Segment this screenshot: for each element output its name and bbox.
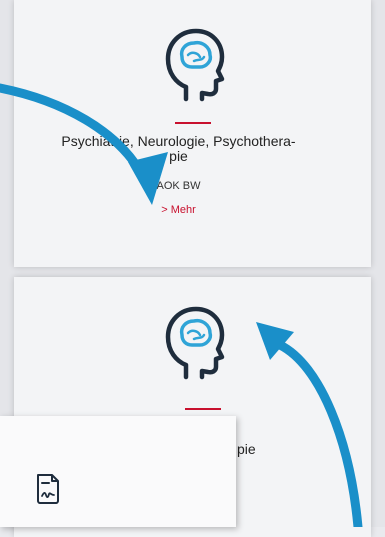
head-brain-icon: [165, 28, 224, 102]
accent-divider: [174, 122, 211, 124]
chevron-right-icon: >: [161, 204, 168, 216]
card-title-line2: pie: [169, 148, 188, 164]
card-title: Psychiatrie, Neurologie, Psychothera- pi…: [0, 134, 357, 164]
accent-divider: [185, 408, 221, 410]
more-link[interactable]: > Mehr: [0, 204, 357, 216]
popup-panel: [0, 416, 236, 527]
head-brain-icon: [165, 306, 224, 380]
card-subtitle: AOK BW: [156, 180, 201, 192]
more-link-label: Mehr: [170, 204, 196, 216]
document-signature-icon[interactable]: [35, 473, 61, 505]
card-title-fragment: pie: [237, 441, 256, 457]
card-title-line1: Psychiatrie, Neurologie, Psychothera-: [61, 133, 296, 149]
